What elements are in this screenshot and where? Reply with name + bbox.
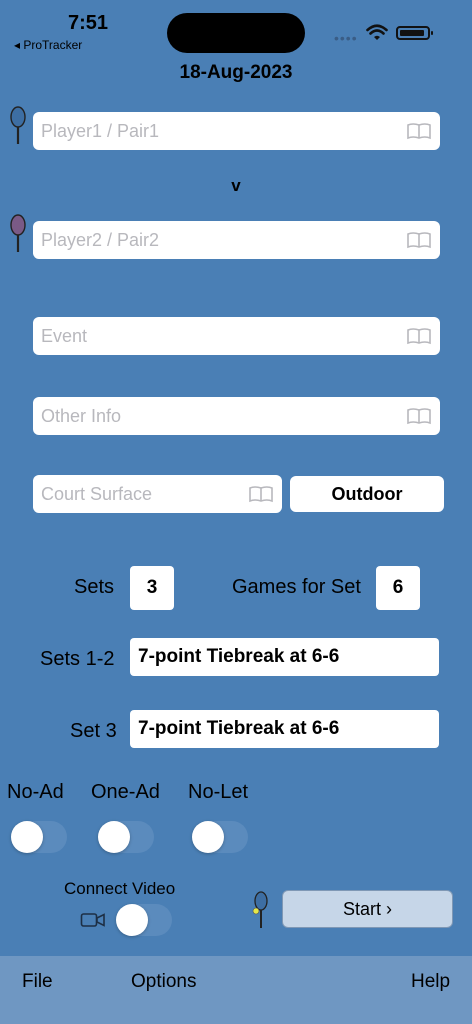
- wifi-icon: [366, 24, 388, 40]
- court-surface-field[interactable]: Court Surface: [33, 475, 282, 513]
- book-icon[interactable]: [406, 327, 432, 345]
- player2-racket-icon[interactable]: [9, 214, 27, 254]
- player2-field[interactable]: Player2 / Pair2: [33, 221, 440, 259]
- sets-value[interactable]: 3: [130, 566, 174, 610]
- no-ad-toggle[interactable]: [11, 821, 67, 853]
- dynamic-island: [167, 13, 305, 53]
- other-info-placeholder: Other Info: [41, 405, 122, 426]
- back-to-app-link[interactable]: ◂ ProTracker: [14, 38, 82, 52]
- options-menu[interactable]: Options: [131, 971, 196, 993]
- one-ad-toggle[interactable]: [98, 821, 154, 853]
- status-time: 7:51: [68, 12, 109, 34]
- one-ad-label: One-Ad: [91, 781, 160, 803]
- no-let-label: No-Let: [188, 781, 249, 803]
- games-for-set-value[interactable]: 6: [376, 566, 420, 610]
- connect-video-label: Connect Video: [64, 879, 176, 898]
- no-ad-label: No-Ad: [7, 781, 64, 803]
- book-icon[interactable]: [406, 407, 432, 425]
- court-surface-placeholder: Court Surface: [41, 483, 153, 504]
- sets-1-2-label: Sets 1-2: [40, 648, 115, 670]
- sets-1-2-tiebreak-select[interactable]: 7-point Tiebreak at 6-6: [130, 638, 439, 676]
- book-icon[interactable]: [406, 231, 432, 249]
- outdoor-button[interactable]: Outdoor: [290, 476, 444, 512]
- racket-ball-icon: [252, 891, 268, 928]
- player1-field[interactable]: Player1 / Pair1: [33, 112, 440, 150]
- event-placeholder: Event: [41, 325, 88, 346]
- connect-video-toggle[interactable]: [116, 904, 172, 936]
- start-button[interactable]: Start ›: [282, 890, 453, 928]
- set-3-tiebreak-select[interactable]: 7-point Tiebreak at 6-6: [130, 710, 439, 748]
- signal-dots-icon: ••••: [334, 30, 358, 46]
- battery-icon: [396, 26, 433, 40]
- help-menu[interactable]: Help: [411, 971, 450, 993]
- file-menu[interactable]: File: [22, 971, 53, 993]
- video-camera-icon: [80, 913, 105, 927]
- player2-placeholder: Player2 / Pair2: [41, 229, 160, 250]
- event-field[interactable]: Event: [33, 317, 440, 355]
- sets-label: Sets: [74, 576, 115, 598]
- set-3-label: Set 3: [70, 720, 117, 742]
- bottom-toolbar: [0, 956, 472, 1024]
- games-for-set-label: Games for Set: [232, 576, 361, 598]
- other-info-field[interactable]: Other Info: [33, 397, 440, 435]
- book-icon[interactable]: [248, 485, 274, 503]
- no-let-toggle[interactable]: [192, 821, 248, 853]
- match-date: 18-Aug-2023: [179, 62, 293, 83]
- player1-racket-icon[interactable]: [9, 106, 27, 146]
- player1-placeholder: Player1 / Pair1: [41, 120, 160, 141]
- versus-label: v: [231, 176, 241, 195]
- book-icon[interactable]: [406, 122, 432, 140]
